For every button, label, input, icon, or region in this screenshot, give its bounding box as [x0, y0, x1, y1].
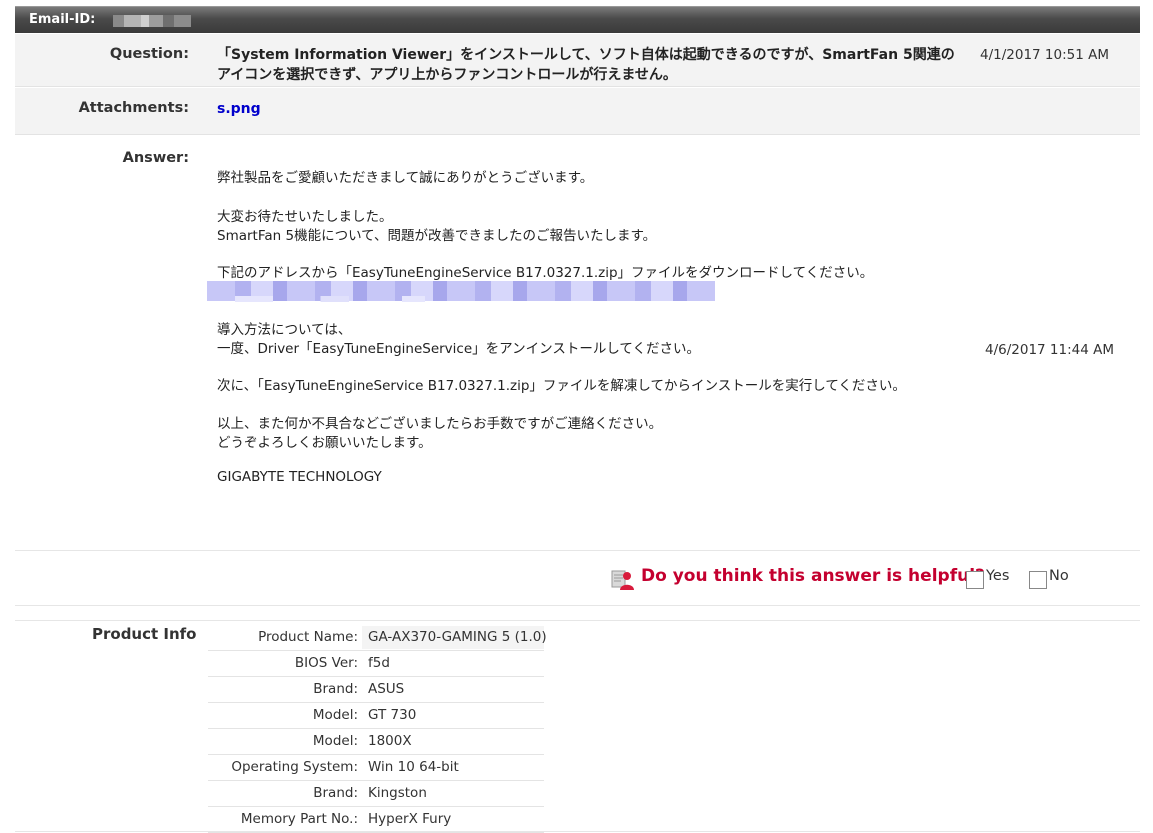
answer-label: Answer: [122, 150, 189, 166]
product-info-table: Product Name: GA-AX370-GAMING 5 (1.0) BI… [208, 625, 547, 833]
table-row: Model: GT 730 [208, 703, 544, 729]
table-row: Brand: Kingston [208, 781, 544, 807]
field-value: Win 10 64-bit [368, 759, 459, 775]
field-key: Model: [312, 733, 358, 749]
field-key: Product Name: [258, 629, 358, 645]
answer-line: 一度、Driver「EasyTuneEngineService」をアンインストー… [217, 341, 701, 357]
product-info-section: Product Info Product Name: GA-AX370-GAMI… [15, 620, 1140, 833]
field-value: HyperX Fury [368, 811, 452, 827]
redacted-link-fragment [235, 296, 425, 302]
user-feedback-icon [611, 567, 635, 591]
field-value: GT 730 [368, 707, 417, 723]
answer-date: 4/6/2017 11:44 AM [985, 342, 1115, 358]
field-value: f5d [368, 655, 390, 671]
redacted-email [113, 15, 191, 27]
no-label[interactable]: No [1049, 568, 1069, 584]
field-value: ASUS [368, 681, 405, 697]
field-key: Operating System: [231, 759, 358, 775]
question-text: 「System Information Viewer」をインストールして、ソフト… [217, 47, 955, 83]
attachments-row: Attachments: s.png [15, 88, 1140, 135]
answer-line: SmartFan 5機能について、問題が改善できましたのご報告いたします。 [217, 228, 657, 244]
attachment-link[interactable]: s.png [217, 101, 261, 117]
field-key: Brand: [313, 785, 358, 801]
answer-line: 次に、「EasyTuneEngineService B17.0327.1.zip… [217, 378, 906, 394]
field-key: Model: [312, 707, 358, 723]
answer-line: 以上、また何か不具合などございましたらお手数ですがご連絡ください。 [217, 416, 663, 432]
answer-line: 大変お待たせいたしました。 [217, 209, 393, 225]
answer-line: 導入方法については、 [217, 322, 352, 338]
answer-line: どうぞよろしくお願いいたします。 [217, 435, 432, 451]
yes-label[interactable]: Yes [986, 568, 1009, 584]
no-checkbox[interactable] [1029, 571, 1047, 589]
field-key: BIOS Ver: [294, 655, 358, 671]
table-row: Brand: ASUS [208, 677, 544, 703]
question-date: 4/1/2017 10:51 AM [980, 47, 1110, 63]
field-value: GA-AX370-GAMING 5 (1.0) [368, 629, 547, 645]
answer-row: Answer: 弊社製品をご愛顧いただきまして誠にありがとうございます。 大変お… [15, 136, 1140, 551]
field-key: Brand: [313, 681, 358, 697]
field-value: Kingston [368, 785, 427, 801]
question-row: Question: 「System Information Viewer」をイン… [15, 34, 1140, 87]
table-row: Model: 1800X [208, 729, 544, 755]
table-row: Memory Part No.: HyperX Fury [208, 807, 544, 833]
helpful-question: Do you think this answer is helpful? [641, 566, 985, 586]
product-info-title: Product Info [92, 625, 197, 643]
field-key: Memory Part No.: [240, 811, 358, 827]
table-row: Operating System: Win 10 64-bit [208, 755, 544, 781]
table-row: BIOS Ver: f5d [208, 651, 544, 677]
attachments-label: Attachments: [78, 100, 189, 116]
answer-line: 下記のアドレスから「EasyTuneEngineService B17.0327… [217, 265, 874, 281]
yes-checkbox[interactable] [966, 571, 984, 589]
email-header-bar: Email-ID: [15, 6, 1140, 33]
answer-line: 弊社製品をご愛顧いただきまして誠にありがとうございます。 [217, 170, 594, 186]
email-id-label: Email-ID: [29, 12, 96, 27]
field-value: 1800X [368, 733, 412, 749]
table-row: Product Name: GA-AX370-GAMING 5 (1.0) [208, 625, 547, 651]
question-label: Question: [109, 46, 189, 62]
answer-signature: GIGABYTE TECHNOLOGY [217, 469, 382, 485]
helpful-row: Do you think this answer is helpful? Yes… [15, 551, 1140, 606]
